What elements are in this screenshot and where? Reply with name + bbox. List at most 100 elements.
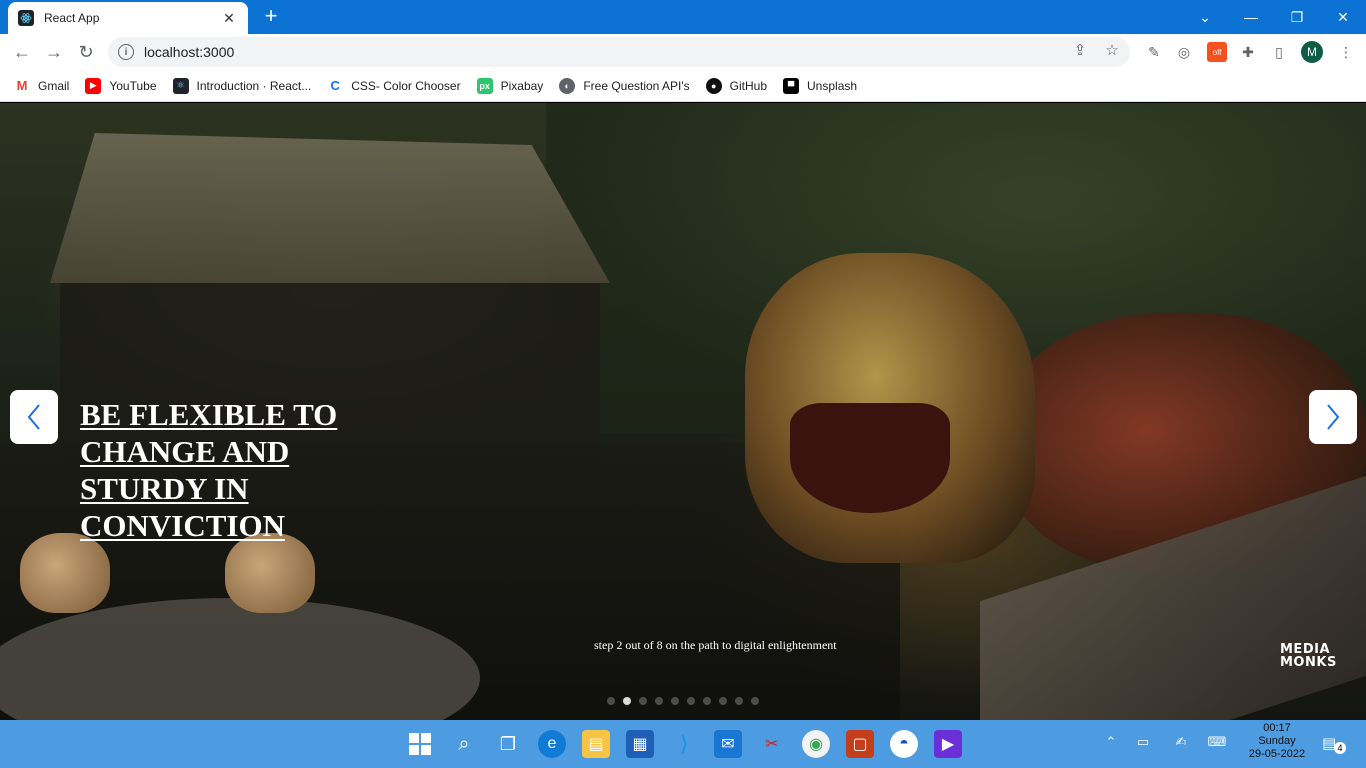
bookmark-color-chooser[interactable]: C CSS- Color Chooser bbox=[327, 77, 461, 94]
slide-indicator-dots bbox=[607, 697, 767, 705]
bookmark-label: Pixabay bbox=[500, 78, 544, 93]
eyedropper-extension-icon[interactable]: ✎ bbox=[1144, 42, 1164, 62]
extension-badge: off bbox=[1212, 47, 1222, 57]
tab-close-icon[interactable]: ✕ bbox=[220, 10, 238, 27]
hero-slider: BE FLEXIBLE TO CHANGE AND STURDY IN CONV… bbox=[0, 103, 1366, 720]
unsplash-icon: ▀ bbox=[783, 77, 800, 94]
bookmark-youtube[interactable]: ▶ YouTube bbox=[85, 77, 157, 94]
bookmark-unsplash[interactable]: ▀ Unsplash bbox=[783, 77, 858, 94]
dragon-mouth-image bbox=[790, 403, 950, 513]
close-window-button[interactable]: ✕ bbox=[1320, 0, 1366, 34]
browser-toolbar: ← → ↻ i localhost:3000 ⇪ ☆ ✎ ◎ off ✚ ▯ M… bbox=[0, 34, 1366, 70]
mediamonks-logo: MEDIA MONKS bbox=[1280, 643, 1337, 669]
bookmarks-bar: M Gmail ▶ YouTube ⚛ Introduction · React...… bbox=[0, 70, 1366, 102]
search-icon[interactable]: ⌕ bbox=[450, 730, 478, 758]
monk-figure-image bbox=[20, 533, 110, 613]
color-chooser-icon: C bbox=[327, 77, 344, 94]
microsoft-store-icon[interactable]: ▦ bbox=[626, 730, 654, 758]
extension-circle-icon[interactable]: ◎ bbox=[1174, 42, 1194, 62]
monk-figure-image bbox=[225, 533, 315, 613]
bookmark-label: CSS- Color Chooser bbox=[351, 78, 461, 93]
task-view-icon[interactable]: ❐ bbox=[494, 730, 522, 758]
bookmark-label: Free Question API's bbox=[583, 78, 690, 93]
minimize-button[interactable]: — bbox=[1228, 0, 1274, 34]
menu-icon[interactable]: ⋮ bbox=[1336, 42, 1356, 62]
bookmark-label: YouTube bbox=[109, 78, 157, 93]
bookmark-github[interactable]: ● GitHub bbox=[705, 77, 768, 94]
slide-dot[interactable] bbox=[703, 697, 711, 705]
slide-step-text: step 2 out of 8 on the path to digital e… bbox=[594, 638, 837, 652]
slide-dot[interactable] bbox=[607, 697, 615, 705]
youtube-icon: ▶ bbox=[85, 77, 102, 94]
bookmark-free-question-api[interactable]: ◐ Free Question API's bbox=[559, 77, 690, 94]
slide-dot[interactable] bbox=[623, 697, 631, 705]
slide-dot[interactable] bbox=[751, 697, 759, 705]
slide-dot[interactable] bbox=[687, 697, 695, 705]
slide-dot[interactable] bbox=[735, 697, 743, 705]
visual-studio-icon[interactable]: ▶ bbox=[934, 730, 962, 758]
side-panel-icon[interactable]: ▯ bbox=[1269, 42, 1289, 62]
vscode-icon[interactable]: ⟩ bbox=[670, 730, 698, 758]
mail-icon[interactable]: ✉ bbox=[714, 730, 742, 758]
tab-search-icon[interactable]: ⌄ bbox=[1182, 0, 1228, 34]
tab-title: React App bbox=[44, 11, 100, 25]
new-tab-button[interactable]: + bbox=[258, 4, 284, 30]
extensions-puzzle-icon[interactable]: ✚ bbox=[1238, 42, 1258, 62]
clock-date: 29-05-2022 bbox=[1248, 748, 1306, 760]
notification-center-button[interactable]: ▤ 4 bbox=[1322, 734, 1346, 754]
gmail-icon: M bbox=[14, 77, 30, 94]
slide-dot[interactable] bbox=[671, 697, 679, 705]
clock-time: 00:17 bbox=[1263, 722, 1291, 734]
slide-dot[interactable] bbox=[639, 697, 647, 705]
bookmark-gmail[interactable]: M Gmail bbox=[14, 77, 70, 94]
address-bar[interactable]: i localhost:3000 bbox=[108, 37, 1130, 67]
bookmark-pixabay[interactable]: px Pixabay bbox=[476, 77, 544, 94]
pixabay-icon: px bbox=[476, 77, 493, 94]
restore-button[interactable]: ❐ bbox=[1274, 0, 1320, 34]
temple-roof-image bbox=[50, 133, 610, 283]
address-url: localhost:3000 bbox=[144, 44, 235, 60]
chrome-icon[interactable]: ◉ bbox=[802, 730, 830, 758]
browser-titlebar: React App ✕ + ⌄ — ❐ ✕ bbox=[0, 0, 1366, 34]
file-explorer-icon[interactable]: ▤ bbox=[582, 730, 610, 758]
windows-taskbar: ⌕ ❐ e ▤ ▦ ⟩ ✉ ✂ ◉ ▢ ◓ ▶ ⌃ ▭ ✍ ⌨ 00:17 Su… bbox=[0, 720, 1366, 768]
office-icon[interactable]: ▢ bbox=[846, 730, 874, 758]
chevron-left-icon bbox=[27, 404, 40, 430]
snipping-tool-icon[interactable]: ✂ bbox=[758, 730, 786, 758]
keyboard-icon[interactable]: ⌨ bbox=[1206, 734, 1228, 754]
clock-day: Sunday bbox=[1258, 735, 1296, 747]
app-icon[interactable]: ◓ bbox=[890, 730, 918, 758]
globe-icon: ◐ bbox=[559, 77, 576, 94]
windows-start-icon[interactable] bbox=[406, 730, 434, 758]
bookmark-react[interactable]: ⚛ Introduction · React... bbox=[172, 77, 312, 94]
site-info-icon[interactable]: i bbox=[118, 44, 134, 60]
share-icon[interactable]: ⇪ bbox=[1070, 41, 1090, 61]
github-icon: ● bbox=[705, 77, 722, 94]
show-hidden-icons-chevron-icon[interactable]: ⌃ bbox=[1100, 734, 1122, 754]
react-icon bbox=[18, 10, 34, 26]
bookmark-label: GitHub bbox=[729, 78, 768, 93]
back-button[interactable]: ← bbox=[8, 38, 36, 66]
chevron-right-icon bbox=[1327, 404, 1340, 430]
extension-off-icon[interactable]: off bbox=[1207, 42, 1227, 62]
react-icon: ⚛ bbox=[172, 77, 189, 94]
forward-button[interactable]: → bbox=[40, 38, 68, 66]
pen-icon[interactable]: ✍ bbox=[1170, 734, 1192, 754]
notification-count-badge: 4 bbox=[1334, 742, 1346, 754]
bookmark-label: Gmail bbox=[38, 78, 70, 93]
previous-slide-button[interactable] bbox=[10, 390, 58, 444]
taskbar-clock[interactable]: 00:17 Sunday 29-05-2022 bbox=[1240, 722, 1314, 761]
slide-dot[interactable] bbox=[655, 697, 663, 705]
reload-button[interactable]: ↻ bbox=[72, 38, 100, 66]
profile-avatar[interactable]: M bbox=[1301, 41, 1323, 63]
edge-icon[interactable]: e bbox=[538, 730, 566, 758]
slide-headline[interactable]: BE FLEXIBLE TO CHANGE AND STURDY IN CONV… bbox=[80, 396, 370, 544]
slide-dot[interactable] bbox=[719, 697, 727, 705]
logo-line-2: MONKS bbox=[1280, 655, 1337, 670]
battery-icon[interactable]: ▭ bbox=[1132, 734, 1154, 754]
browser-tab-react-app[interactable]: React App ✕ bbox=[8, 2, 248, 34]
bookmark-star-icon[interactable]: ☆ bbox=[1102, 41, 1122, 61]
bookmark-label: Unsplash bbox=[807, 78, 858, 93]
bookmark-label: Introduction · React... bbox=[196, 78, 312, 93]
next-slide-button[interactable] bbox=[1309, 390, 1357, 444]
